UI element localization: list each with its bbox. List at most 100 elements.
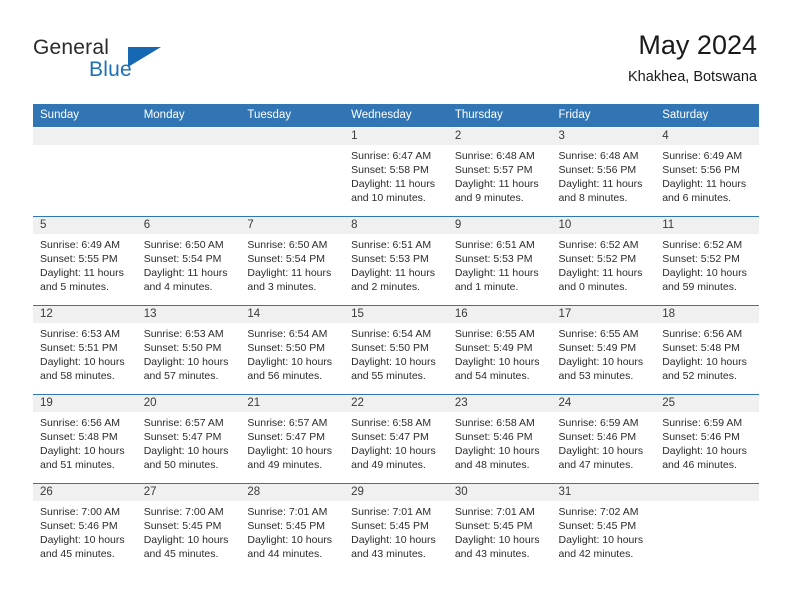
daylight-duration-line2: and 9 minutes. <box>454 192 524 204</box>
sunrise-time: Sunrise: 6:54 AM <box>351 328 432 340</box>
day-number <box>655 484 759 501</box>
calendar-day-cell[interactable]: 7 Sunrise: 6:50 AM Sunset: 5:54 PM Daylight… <box>240 216 345 305</box>
calendar-day-cell[interactable]: 14 Sunrise: 6:54 AM Sunset: 5:50 PM Dayligh… <box>240 305 345 394</box>
calendar-day-cell[interactable]: 27 Sunrise: 7:00 AM Sunset: 5:45 PM Dayligh… <box>136 483 241 572</box>
day-details: Sunrise: 6:57 AM Sunset: 5:47 PM Daylight:… <box>240 412 344 472</box>
weekday-header-friday: Friday <box>551 104 656 127</box>
calendar-day-cell[interactable]: 13 Sunrise: 6:53 AM Sunset: 5:50 PM Dayligh… <box>136 305 241 394</box>
day-details: Sunrise: 6:56 AM Sunset: 5:48 PM Daylight:… <box>33 412 137 472</box>
calendar-day-cell-inner: 26 Sunrise: 7:00 AM Sunset: 5:46 PM Dayligh… <box>33 483 137 572</box>
sunrise-time: Sunrise: 6:52 AM <box>558 239 639 251</box>
calendar-empty-cell <box>655 483 759 572</box>
day-details: Sunrise: 6:48 AM Sunset: 5:57 PM Daylight:… <box>448 145 552 205</box>
sunrise-time: Sunrise: 6:53 AM <box>143 328 224 340</box>
daylight-duration-line1: Daylight: 10 hours <box>558 534 644 546</box>
sunrise-time: Sunrise: 6:48 AM <box>454 150 535 162</box>
calendar-day-cell[interactable]: 3 Sunrise: 6:48 AM Sunset: 5:56 PM Daylight… <box>551 127 656 216</box>
calendar-day-cell[interactable]: 26 Sunrise: 7:00 AM Sunset: 5:46 PM Dayligh… <box>33 483 137 572</box>
daylight-duration-line1: Daylight: 10 hours <box>662 267 747 279</box>
sunrise-time: Sunrise: 7:02 AM <box>558 506 639 518</box>
day-number: 18 <box>655 306 759 323</box>
calendar-day-cell[interactable]: 28 Sunrise: 7:01 AM Sunset: 5:45 PM Dayligh… <box>240 483 345 572</box>
calendar-day-cell[interactable]: 24 Sunrise: 6:59 AM Sunset: 5:46 PM Dayligh… <box>551 394 656 483</box>
calendar-day-cell[interactable]: 4 Sunrise: 6:49 AM Sunset: 5:56 PM Daylight… <box>655 127 759 216</box>
sunset-time: Sunset: 5:51 PM <box>40 342 118 354</box>
sunset-time: Sunset: 5:46 PM <box>558 431 637 443</box>
weekday-header-sunday: Sunday <box>33 104 137 127</box>
day-number: 19 <box>33 395 137 412</box>
day-number: 29 <box>344 484 448 501</box>
daylight-duration-line2: and 8 minutes. <box>558 192 628 204</box>
calendar-day-cell[interactable]: 11 Sunrise: 6:52 AM Sunset: 5:52 PM Dayligh… <box>655 216 759 305</box>
sunset-time: Sunset: 5:54 PM <box>143 253 222 265</box>
calendar-day-cell[interactable]: 5 Sunrise: 6:49 AM Sunset: 5:55 PM Daylight… <box>33 216 137 305</box>
calendar-day-cell[interactable]: 18 Sunrise: 6:56 AM Sunset: 5:48 PM Dayligh… <box>655 305 759 394</box>
calendar-day-cell-inner: 8 Sunrise: 6:51 AM Sunset: 5:53 PM Daylight… <box>344 216 448 305</box>
calendar-day-cell[interactable]: 29 Sunrise: 7:01 AM Sunset: 5:45 PM Dayligh… <box>344 483 448 572</box>
day-details: Sunrise: 6:47 AM Sunset: 5:58 PM Daylight:… <box>344 145 448 205</box>
day-number: 5 <box>33 217 137 234</box>
calendar-day-cell[interactable]: 2 Sunrise: 6:48 AM Sunset: 5:57 PM Daylight… <box>447 127 552 216</box>
sunset-time: Sunset: 5:49 PM <box>558 342 637 354</box>
calendar-day-cell[interactable]: 19 Sunrise: 6:56 AM Sunset: 5:48 PM Dayligh… <box>33 394 137 483</box>
day-number: 2 <box>447 128 552 145</box>
day-details: Sunrise: 6:53 AM Sunset: 5:51 PM Daylight:… <box>33 323 137 383</box>
daylight-duration-line1: Daylight: 10 hours <box>454 534 540 546</box>
calendar-day-cell[interactable]: 10 Sunrise: 6:52 AM Sunset: 5:52 PM Dayligh… <box>551 216 656 305</box>
day-number: 8 <box>344 217 448 234</box>
calendar-day-cell[interactable]: 15 Sunrise: 6:54 AM Sunset: 5:50 PM Dayligh… <box>344 305 448 394</box>
sunrise-time: Sunrise: 7:01 AM <box>247 506 328 518</box>
day-number: 20 <box>136 395 241 412</box>
calendar-day-cell[interactable]: 12 Sunrise: 6:53 AM Sunset: 5:51 PM Dayligh… <box>33 305 137 394</box>
daylight-duration-line1: Daylight: 10 hours <box>40 445 125 457</box>
calendar-week-row: 12 Sunrise: 6:53 AM Sunset: 5:51 PM Dayligh… <box>33 305 759 394</box>
daylight-duration-line1: Daylight: 10 hours <box>40 356 125 368</box>
day-number: 30 <box>447 484 552 501</box>
page-title: May 2024 <box>638 30 757 60</box>
calendar-day-cell-inner: 6 Sunrise: 6:50 AM Sunset: 5:54 PM Daylight… <box>136 216 241 305</box>
day-details: Sunrise: 6:51 AM Sunset: 5:53 PM Daylight:… <box>344 234 448 294</box>
sunset-time: Sunset: 5:53 PM <box>454 253 533 265</box>
daylight-duration-line1: Daylight: 10 hours <box>351 356 436 368</box>
sunrise-time: Sunrise: 6:58 AM <box>454 417 535 429</box>
day-details: Sunrise: 6:52 AM Sunset: 5:52 PM Daylight:… <box>552 234 656 294</box>
calendar-page: General Blue May 2024 Khakhea, Botswana … <box>0 0 792 612</box>
calendar-day-cell[interactable]: 22 Sunrise: 6:58 AM Sunset: 5:47 PM Dayligh… <box>344 394 448 483</box>
general-blue-logo[interactable]: General Blue <box>33 36 193 88</box>
calendar-day-cell-inner: 20 Sunrise: 6:57 AM Sunset: 5:47 PM Dayligh… <box>136 394 241 483</box>
calendar-day-cell[interactable]: 23 Sunrise: 6:58 AM Sunset: 5:46 PM Dayligh… <box>447 394 552 483</box>
sunrise-time: Sunrise: 6:49 AM <box>40 239 120 251</box>
sunset-time: Sunset: 5:56 PM <box>558 164 637 176</box>
calendar-day-cell[interactable]: 1 Sunrise: 6:47 AM Sunset: 5:58 PM Daylight… <box>344 127 448 216</box>
calendar-day-cell[interactable]: 20 Sunrise: 6:57 AM Sunset: 5:47 PM Dayligh… <box>136 394 241 483</box>
calendar-day-cell[interactable]: 30 Sunrise: 7:01 AM Sunset: 5:45 PM Dayligh… <box>447 483 552 572</box>
daylight-duration-line1: Daylight: 11 hours <box>143 267 228 279</box>
day-number: 10 <box>551 217 656 234</box>
day-details: Sunrise: 6:59 AM Sunset: 5:46 PM Daylight:… <box>655 412 759 472</box>
daylight-duration-line2: and 43 minutes. <box>351 548 426 560</box>
day-details: Sunrise: 7:01 AM Sunset: 5:45 PM Daylight:… <box>344 501 448 561</box>
calendar-day-cell[interactable]: 6 Sunrise: 6:50 AM Sunset: 5:54 PM Daylight… <box>136 216 241 305</box>
day-details: Sunrise: 6:58 AM Sunset: 5:46 PM Daylight:… <box>448 412 552 472</box>
calendar-day-cell[interactable]: 31 Sunrise: 7:02 AM Sunset: 5:45 PM Dayligh… <box>551 483 656 572</box>
calendar-week-row: 26 Sunrise: 7:00 AM Sunset: 5:46 PM Dayligh… <box>33 483 759 572</box>
calendar-day-cell[interactable]: 21 Sunrise: 6:57 AM Sunset: 5:47 PM Dayligh… <box>240 394 345 483</box>
daylight-duration-line1: Daylight: 10 hours <box>247 356 333 368</box>
daylight-duration-line1: Daylight: 10 hours <box>454 445 540 457</box>
day-number: 28 <box>240 484 345 501</box>
daylight-duration-line1: Daylight: 10 hours <box>662 356 747 368</box>
day-number: 15 <box>344 306 448 323</box>
calendar-day-cell[interactable]: 16 Sunrise: 6:55 AM Sunset: 5:49 PM Dayligh… <box>447 305 552 394</box>
calendar-day-cell-inner: 27 Sunrise: 7:00 AM Sunset: 5:45 PM Dayligh… <box>136 483 241 572</box>
calendar-empty-cell <box>240 127 345 216</box>
calendar-day-cell[interactable]: 25 Sunrise: 6:59 AM Sunset: 5:46 PM Dayligh… <box>655 394 759 483</box>
sunrise-time: Sunrise: 6:49 AM <box>662 150 743 162</box>
calendar-day-cell[interactable]: 8 Sunrise: 6:51 AM Sunset: 5:53 PM Daylight… <box>344 216 448 305</box>
calendar-day-cell[interactable]: 17 Sunrise: 6:55 AM Sunset: 5:49 PM Dayligh… <box>551 305 656 394</box>
daylight-duration-line1: Daylight: 10 hours <box>662 445 747 457</box>
daylight-duration-line2: and 48 minutes. <box>454 459 530 471</box>
sunset-time: Sunset: 5:47 PM <box>143 431 222 443</box>
calendar-day-cell-inner: 11 Sunrise: 6:52 AM Sunset: 5:52 PM Dayligh… <box>655 216 759 305</box>
calendar-day-cell[interactable]: 9 Sunrise: 6:51 AM Sunset: 5:53 PM Daylight… <box>447 216 552 305</box>
daylight-duration-line1: Daylight: 11 hours <box>247 267 332 279</box>
